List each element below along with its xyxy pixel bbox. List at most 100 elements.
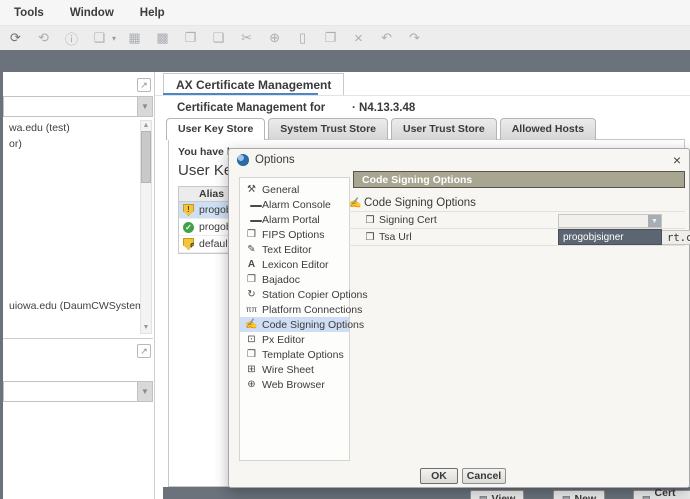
menu-bar: Tools Window Help [0,0,690,26]
chevron-down-icon[interactable]: ▼ [648,215,661,227]
tab-user-trust-store[interactable]: User Trust Store [391,118,497,140]
tab-user-key-store[interactable]: User Key Store [166,118,265,140]
cube-icon: ❒ [364,232,376,243]
new-icon: ▤ [562,494,571,499]
nav-item-station-copier-options[interactable]: ↻ Station Copier Options [240,287,349,302]
letter-a-icon: A [245,259,258,270]
nav-label: Alarm Console [262,199,331,211]
nav-item-wire-sheet[interactable]: ⊞ Wire Sheet [240,362,349,377]
gear-icon: ⚙ [190,242,196,252]
nav-item-template-options[interactable]: ❒ Template Options [240,347,349,362]
undo-icon[interactable]: ↶ [377,29,396,47]
redo-icon[interactable]: ↷ [405,29,424,47]
nav-item-alarm-console[interactable]: Alarm Console [240,197,349,212]
delete-icon[interactable]: × [349,29,368,47]
scroll-up-icon[interactable]: ▲ [141,121,151,131]
cut-icon[interactable]: ✂ [237,29,256,47]
nav-item-general[interactable]: ⚒ General [240,182,349,197]
expand-pane-icon[interactable]: ↗ [137,78,151,92]
nav-label: Alarm Portal [262,214,320,226]
nav-label: Bajadoc [262,274,300,286]
alias-cell: default [199,238,231,250]
nav-label: Wire Sheet [262,364,314,376]
field-label: Tsa Url [379,231,412,243]
sidebar-bottom-combobox[interactable]: ▼ [3,381,153,402]
cancel-button[interactable]: Cancel [462,468,506,484]
group-row-code-signing-options[interactable]: ✍ Code Signing Options [349,195,685,212]
revert-icon[interactable]: ⟲ [34,29,53,47]
nav-label: Px Editor [262,334,305,346]
sidebar-top-combobox[interactable]: ▼ [3,96,153,117]
nav-item-web-browser[interactable]: ⊕ Web Browser [240,377,349,392]
nav-label: Platform Connections [262,304,362,316]
nav-item-fips-options[interactable]: ❒ FIPS Options [240,227,349,242]
chevron-down-icon[interactable]: ▼ [137,382,152,401]
nav-label: Code Signing Options [262,319,364,331]
view-tab-ax-certificate-management[interactable]: AX Certificate Management [163,73,344,95]
nav-item-bajadoc[interactable]: ❐ Bajadoc [240,272,349,287]
signing-cert-combobox[interactable]: ▼ [558,214,662,228]
tab-system-trust-store[interactable]: System Trust Store [268,118,388,140]
nav-item-alarm-portal[interactable]: Alarm Portal [240,212,349,227]
ok-button[interactable]: OK [420,468,458,484]
dropdown-option-progobjsigner[interactable]: progobjsigner [558,229,662,245]
grid-icon: ⊞ [245,364,258,375]
nav-label: FIPS Options [262,229,324,241]
shield-gear-icon: ⚙ [183,238,194,250]
save-icon[interactable]: ▦ [125,29,144,47]
sidebar-scrollbar[interactable]: ▲ ▼ [140,120,152,334]
cert-request-icon: ▤ [642,494,651,499]
nav-item-text-editor[interactable]: ✎ Text Editor [240,242,349,257]
nav-item-platform-connections[interactable]: ππ Platform Connections [240,302,349,317]
list-item[interactable]: uiowa.edu (DaumCWSystem) [3,298,151,314]
export-icon[interactable]: ❑ [209,29,228,47]
nav-item-code-signing-options[interactable]: ✍ Code Signing Options [240,317,349,332]
field-row-tsa-url: ❒ Tsa Url rt.com progobjsigner [349,229,685,246]
dialog-title: Options [255,154,295,166]
menu-window[interactable]: Window [70,7,114,19]
signer-icon: ✍ [349,198,361,209]
info-icon[interactable]: ⓘ [62,29,81,47]
list-item[interactable]: or) [3,136,139,152]
page-title: Certificate Management for [177,102,325,114]
book-icon: ❐ [245,274,258,285]
scroll-down-icon[interactable]: ▼ [141,323,151,333]
add-icon[interactable]: ⊕ [265,29,284,47]
header-dark-band [0,50,690,72]
toolbar: ⟳ ⟲ ⓘ ❏ ▾ ▦ ▩ ❐ ❑ ✂ ⊕ ▯ ❐ × ↶ ↷ [0,26,690,50]
folder-caret-icon[interactable]: ▾ [112,34,116,43]
cert-request-button[interactable]: ▤ Cert Request [633,490,690,499]
refresh-icon[interactable]: ⟳ [6,29,25,47]
cube-icon: ❒ [364,215,376,226]
nav-item-lexicon-editor[interactable]: A Lexicon Editor [240,257,349,272]
tab-allowed-hosts[interactable]: Allowed Hosts [500,118,596,140]
nav-label: Station Copier Options [262,289,368,301]
view-button-label: View [492,493,516,499]
expand-pane-icon[interactable]: ↗ [137,344,151,358]
app-logo-icon [237,154,249,166]
px-icon: ⊡ [245,334,258,345]
scrollbar-thumb[interactable] [141,131,151,183]
menu-help[interactable]: Help [140,7,165,19]
import-icon[interactable]: ❐ [181,29,200,47]
paste-icon[interactable]: ▯ [293,29,312,47]
chevron-down-icon[interactable]: ▼ [137,97,152,116]
new-button[interactable]: ▤ New [553,490,605,499]
save-all-icon[interactable]: ▩ [153,29,172,47]
view-icon: ▤ [479,494,488,499]
view-button[interactable]: ▤ View [470,490,524,499]
list-item[interactable]: wa.edu (test) [3,120,139,136]
options-dialog: Options × ⚒ General Alarm Console Alarm … [228,148,690,488]
copy-icon[interactable]: ❐ [321,29,340,47]
copier-icon: ↻ [245,289,258,300]
nav-item-px-editor[interactable]: ⊡ Px Editor [240,332,349,347]
new-button-label: New [575,493,597,499]
sidebar-divider [3,338,153,339]
menu-tools[interactable]: Tools [14,7,44,19]
platform-icon: ππ [245,305,258,314]
tools-icon: ⚒ [245,184,258,195]
close-icon[interactable]: × [673,153,681,167]
open-folder-icon[interactable]: ❏ [90,29,109,47]
signer-icon: ✍ [245,319,258,330]
bottom-action-bar: ▤ View ▤ New ▤ Cert Request [163,487,690,499]
